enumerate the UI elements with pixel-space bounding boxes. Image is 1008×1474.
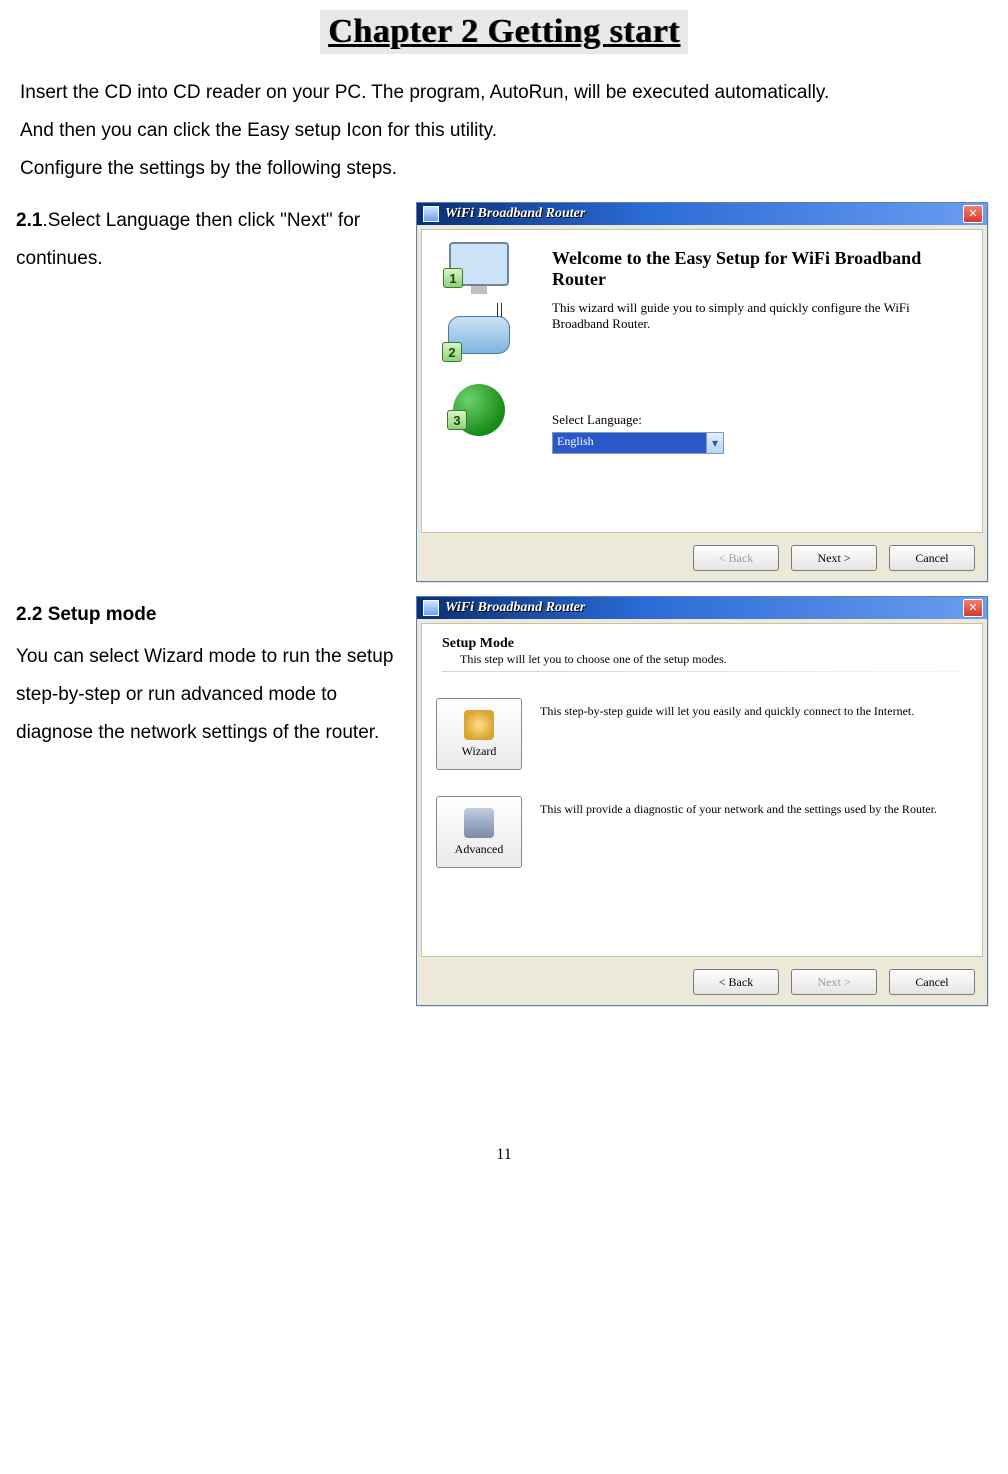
setup-mode-subtitle: This step will let you to choose one of … [442, 652, 962, 667]
welcome-text: This wizard will guide you to simply and… [552, 300, 966, 332]
advanced-label: Advanced [455, 842, 504, 857]
next-button[interactable]: Next > [791, 545, 877, 571]
section-2-2-head: 2.2 Setup mode [16, 604, 156, 625]
language-dropdown[interactable]: English ▾ [552, 432, 724, 454]
page-number: 11 [0, 1146, 1008, 1164]
window-title: WiFi Broadband Router [445, 206, 963, 222]
titlebar: WiFi Broadband Router ✕ [417, 203, 987, 225]
advanced-icon [464, 808, 494, 838]
cancel-button[interactable]: Cancel [889, 545, 975, 571]
cancel-button[interactable]: Cancel [889, 969, 975, 995]
wizard-label: Wizard [462, 744, 497, 759]
section-2-1-head: 2.1 [16, 210, 42, 231]
language-value: English [553, 433, 706, 453]
select-language-label: Select Language: [552, 412, 966, 428]
app-icon [423, 206, 439, 222]
wizard-button[interactable]: Wizard [436, 698, 522, 770]
intro-paragraph: Insert the CD into CD reader on your PC.… [0, 74, 1008, 188]
steps-sidebar: 1 2 3 [422, 230, 536, 532]
intro-line: Insert the CD into CD reader on your PC.… [20, 74, 988, 112]
advanced-button[interactable]: Advanced [436, 796, 522, 868]
section-2-1-text: 2.1.Select Language then click "Next" fo… [16, 202, 416, 278]
chapter-title: Chapter 2 Getting start [320, 10, 688, 54]
button-bar: < Back Next > Cancel [417, 961, 987, 1005]
close-icon[interactable]: ✕ [963, 599, 983, 617]
intro-line: Configure the settings by the following … [20, 150, 988, 188]
dialog-header: Setup Mode This step will let you to cho… [422, 632, 982, 680]
section-2-1-body: .Select Language then click "Next" for c… [16, 210, 360, 269]
close-icon[interactable]: ✕ [963, 205, 983, 223]
back-button: < Back [693, 545, 779, 571]
app-icon [423, 600, 439, 616]
step-badge-3: 3 [447, 410, 467, 430]
step-badge-2: 2 [442, 342, 462, 362]
window-title: WiFi Broadband Router [445, 600, 963, 616]
titlebar: WiFi Broadband Router ✕ [417, 597, 987, 619]
advanced-description: This will provide a diagnostic of your n… [522, 796, 968, 817]
button-bar: < Back Next > Cancel [417, 537, 987, 581]
welcome-heading: Welcome to the Easy Setup for WiFi Broad… [552, 248, 966, 290]
section-2-2-body: You can select Wizard mode to run the se… [16, 638, 408, 752]
intro-line: And then you can click the Easy setup Ic… [20, 112, 988, 150]
wizard-icon [464, 710, 494, 740]
step-badge-1: 1 [443, 268, 463, 288]
chevron-down-icon[interactable]: ▾ [706, 433, 723, 453]
back-button[interactable]: < Back [693, 969, 779, 995]
setup-mode-title: Setup Mode [442, 636, 962, 652]
next-button: Next > [791, 969, 877, 995]
wizard-description: This step-by-step guide will let you eas… [522, 698, 968, 719]
dialog-setup-mode: WiFi Broadband Router ✕ Setup Mode This … [416, 596, 988, 1006]
section-2-2-text: 2.2 Setup mode You can select Wizard mod… [16, 596, 416, 752]
dialog-language-select: WiFi Broadband Router ✕ 1 2 3 [416, 202, 988, 582]
